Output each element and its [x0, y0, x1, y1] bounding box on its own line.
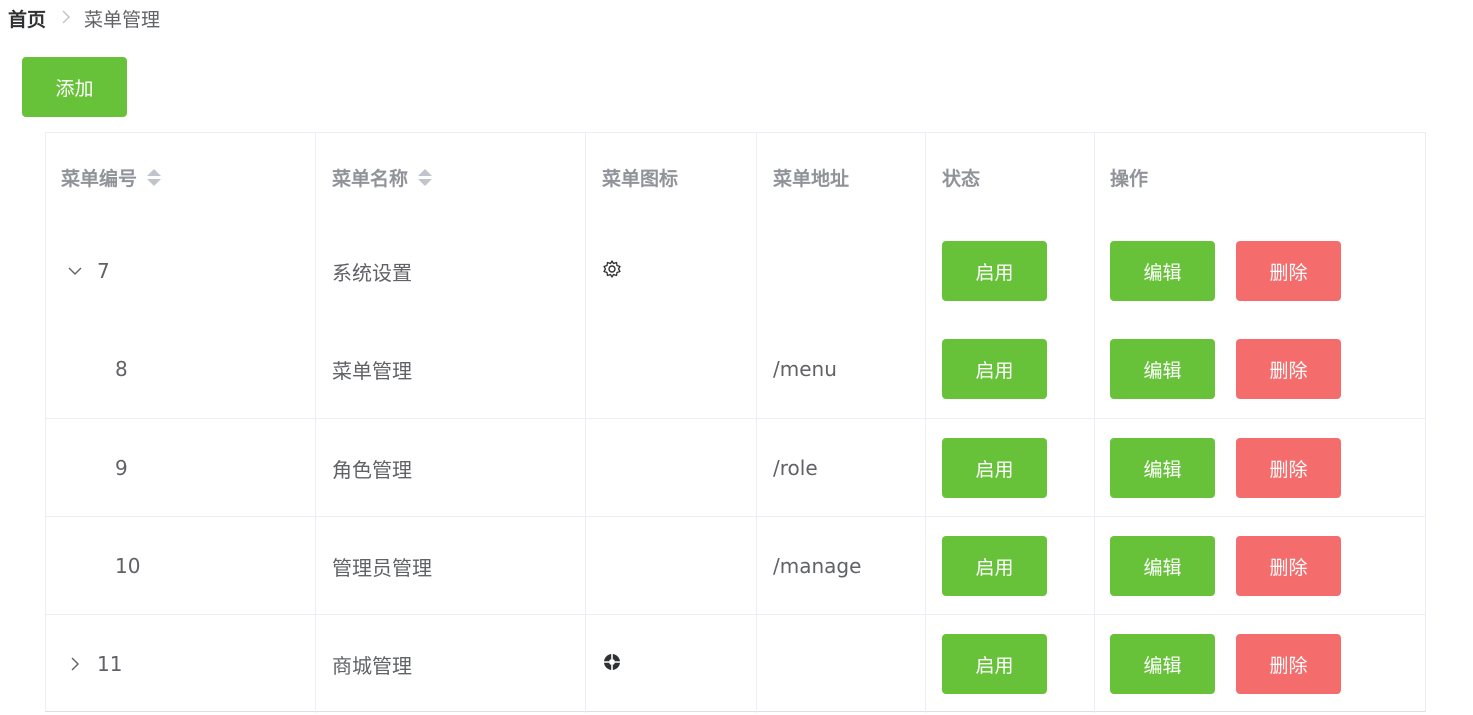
row-path: /manage — [773, 554, 862, 578]
delete-button[interactable]: 删除 — [1236, 339, 1341, 399]
cell-icon — [586, 517, 757, 615]
edit-button[interactable]: 编辑 — [1110, 634, 1215, 694]
column-header-id[interactable]: 菜单编号 — [46, 133, 316, 222]
row-path: /menu — [773, 357, 837, 381]
row-name: 系统设置 — [332, 260, 412, 285]
status-enable-button[interactable]: 启用 — [942, 634, 1047, 694]
column-header-icon: 菜单图标 — [586, 133, 757, 222]
cell-id: 11 — [46, 615, 316, 713]
row-id: 8 — [115, 357, 128, 381]
cell-id: 7 — [46, 222, 316, 320]
edit-button[interactable]: 编辑 — [1110, 438, 1215, 498]
column-header-label: 操作 — [1110, 168, 1149, 190]
row-name: 菜单管理 — [332, 358, 412, 383]
table-row: 7 系统设置 启用 编辑 删除 — [46, 222, 1425, 320]
cell-status: 启用 — [926, 615, 1095, 713]
add-button[interactable]: 添加 — [22, 57, 127, 117]
cell-path — [757, 615, 926, 713]
delete-button[interactable]: 删除 — [1236, 438, 1341, 498]
row-name: 商城管理 — [332, 653, 412, 678]
column-header-label: 菜单编号 — [61, 168, 138, 190]
chevron-right-icon — [61, 8, 71, 29]
column-header-path: 菜单地址 — [757, 133, 926, 222]
cell-id: 9 — [46, 419, 316, 517]
sort-icon[interactable] — [418, 169, 433, 186]
column-header-actions: 操作 — [1095, 133, 1425, 222]
cell-id: 8 — [46, 320, 316, 418]
cell-status: 启用 — [926, 222, 1095, 320]
breadcrumb-home[interactable]: 首页 — [8, 5, 46, 32]
cell-actions: 编辑 删除 — [1095, 222, 1425, 320]
row-name: 角色管理 — [332, 457, 412, 482]
cell-path: /menu — [757, 320, 926, 418]
cell-name: 系统设置 — [316, 222, 586, 320]
cell-actions: 编辑 删除 — [1095, 419, 1425, 517]
cell-icon — [586, 419, 757, 517]
cell-status: 启用 — [926, 517, 1095, 615]
table-row: 10 管理员管理 /manage 启用 编辑 删除 — [46, 516, 1425, 615]
status-enable-button[interactable]: 启用 — [942, 438, 1047, 498]
column-header-status: 状态 — [926, 133, 1095, 222]
row-id: 7 — [97, 259, 110, 283]
column-header-label: 菜单地址 — [773, 168, 850, 190]
row-id: 10 — [115, 554, 141, 578]
cell-name: 管理员管理 — [316, 517, 586, 615]
table-row: 9 角色管理 /role 启用 编辑 删除 — [46, 418, 1425, 517]
column-header-label: 菜单名称 — [332, 168, 409, 190]
table-row: 8 菜单管理 /menu 启用 编辑 删除 — [46, 320, 1425, 418]
menu-table: 菜单编号 菜单名称 菜单图标 菜单地址 状态 操作 7 系统设置 启用 编辑 删… — [45, 132, 1426, 713]
row-path: /role — [773, 456, 818, 480]
cell-icon — [586, 320, 757, 418]
cell-path — [757, 222, 926, 320]
column-header-label: 状态 — [942, 168, 981, 190]
gear-icon — [602, 259, 622, 284]
status-enable-button[interactable]: 启用 — [942, 241, 1047, 301]
delete-button[interactable]: 删除 — [1236, 536, 1341, 596]
aperture-icon — [602, 652, 622, 677]
cell-actions: 编辑 删除 — [1095, 517, 1425, 615]
status-enable-button[interactable]: 启用 — [942, 339, 1047, 399]
cell-actions: 编辑 删除 — [1095, 320, 1425, 418]
edit-button[interactable]: 编辑 — [1110, 536, 1215, 596]
cell-actions: 编辑 删除 — [1095, 615, 1425, 713]
breadcrumb: 首页 菜单管理 — [8, 5, 160, 31]
cell-icon — [586, 222, 757, 320]
cell-name: 角色管理 — [316, 419, 586, 517]
breadcrumb-current: 菜单管理 — [84, 8, 161, 31]
delete-button[interactable]: 删除 — [1236, 241, 1341, 301]
chevron-down-icon[interactable] — [67, 266, 83, 276]
status-enable-button[interactable]: 启用 — [942, 536, 1047, 596]
cell-icon — [586, 615, 757, 713]
cell-path: /manage — [757, 517, 926, 615]
cell-name: 商城管理 — [316, 615, 586, 713]
cell-status: 启用 — [926, 419, 1095, 517]
sort-icon[interactable] — [147, 169, 162, 186]
row-id: 9 — [115, 456, 128, 480]
row-name: 管理员管理 — [332, 555, 432, 580]
edit-button[interactable]: 编辑 — [1110, 339, 1215, 399]
delete-button[interactable]: 删除 — [1236, 634, 1341, 694]
cell-name: 菜单管理 — [316, 320, 586, 418]
column-header-label: 菜单图标 — [602, 168, 679, 190]
table-header-row: 菜单编号 菜单名称 菜单图标 菜单地址 状态 操作 — [46, 133, 1425, 222]
cell-status: 启用 — [926, 320, 1095, 418]
column-header-name[interactable]: 菜单名称 — [316, 133, 586, 222]
chevron-right-icon[interactable] — [67, 657, 83, 671]
edit-button[interactable]: 编辑 — [1110, 241, 1215, 301]
cell-id: 10 — [46, 517, 316, 615]
cell-path: /role — [757, 419, 926, 517]
row-id: 11 — [97, 652, 123, 676]
table-row: 11 商城管理 启用 编辑 删除 — [46, 614, 1425, 713]
